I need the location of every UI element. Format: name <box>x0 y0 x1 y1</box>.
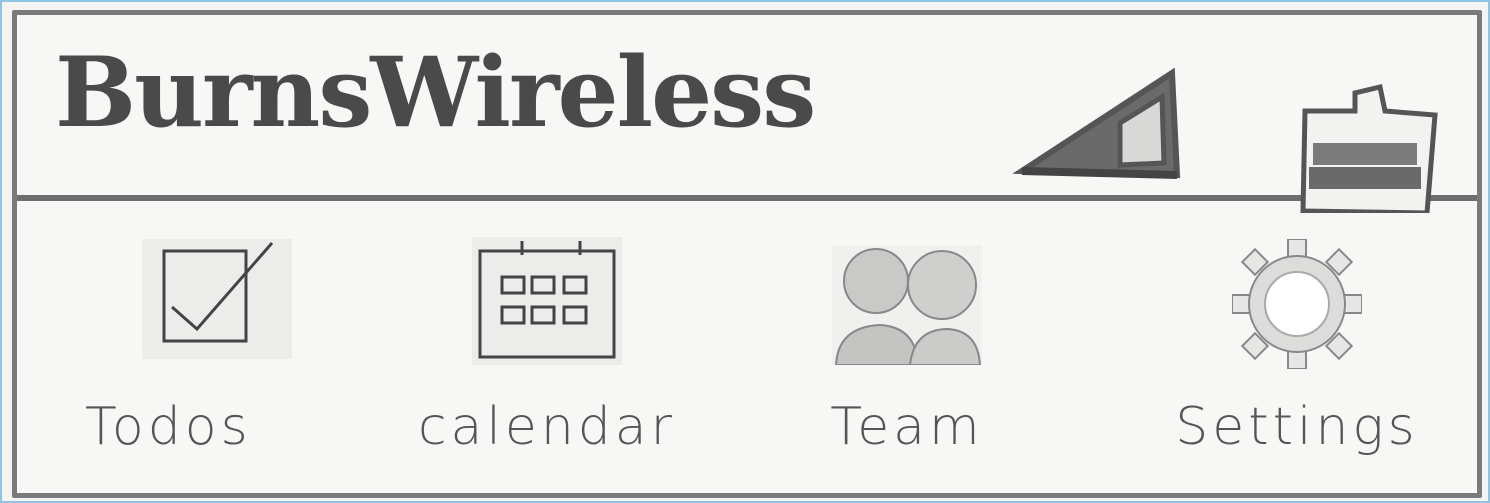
nav-label-calendar: Calendar <box>417 397 677 457</box>
nav-item-calendar[interactable]: Calendar <box>387 201 707 491</box>
team-icon <box>832 245 982 365</box>
signal-icon <box>1012 67 1181 179</box>
calendar-icon <box>472 237 622 365</box>
nav-label-team: Team <box>830 397 984 457</box>
app-header: BurnsWireless <box>17 15 1477 213</box>
app-frame: BurnsWireless Todos calendar Team Settin… <box>0 0 1490 503</box>
main-nav: Todos Calendar <box>17 201 1477 491</box>
nav-label-todos: Todos <box>85 397 252 457</box>
checkbox-icon <box>142 239 292 359</box>
gear-icon <box>1232 239 1362 369</box>
nav-item-settings[interactable]: Settings <box>1137 201 1457 491</box>
battery-icon <box>1300 83 1438 213</box>
nav-item-todos[interactable]: Todos <box>57 201 377 491</box>
app-title: BurnsWireless <box>55 36 816 149</box>
nav-item-team[interactable]: Team <box>747 201 1067 491</box>
nav-label-settings: Settings <box>1175 397 1419 457</box>
app-panel: BurnsWireless Todos calendar Team Settin… <box>12 10 1482 498</box>
